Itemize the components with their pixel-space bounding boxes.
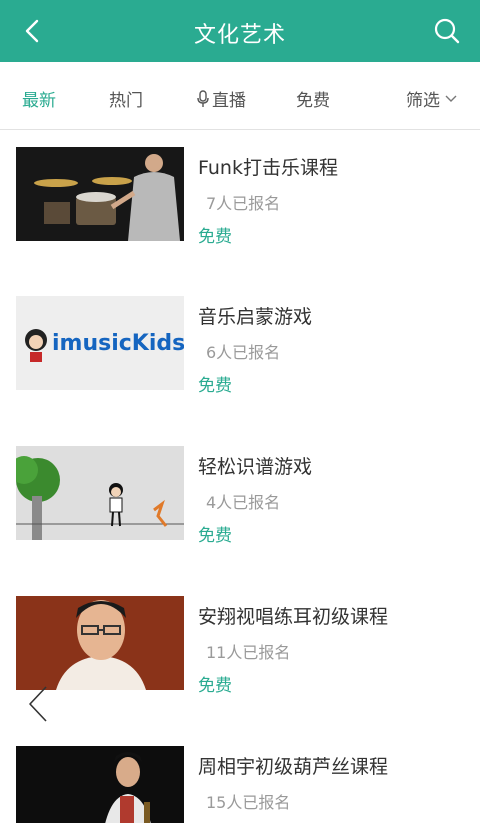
price-badge: 免费 xyxy=(198,227,232,247)
price-badge: 免费 xyxy=(198,376,232,396)
tab-free[interactable]: 免费 xyxy=(296,86,330,111)
course-title: 轻松识谱游戏 xyxy=(198,456,313,478)
microphone-icon xyxy=(197,89,209,107)
enrolled-count: 11人已报名 xyxy=(206,643,291,662)
course-thumbnail xyxy=(16,446,184,540)
course-title: 安翔视唱练耳初级课程 xyxy=(198,606,389,628)
course-thumbnail: imusicKids xyxy=(16,296,184,390)
thumb-label: imusicKids xyxy=(52,331,184,356)
enrolled-count: 6人已报名 xyxy=(206,343,281,362)
course-title: Funk打击乐课程 xyxy=(198,157,338,179)
list-item[interactable]: 安翔视唱练耳初级课程 11人已报名 免费 xyxy=(0,596,480,696)
enrolled-count: 15人已报名 xyxy=(206,793,291,812)
tab-label: 免费 xyxy=(296,91,330,111)
filter-tabs: 最新 热门 直播 免费 筛选 xyxy=(0,62,480,130)
course-title: 周相宇初级葫芦丝课程 xyxy=(198,756,389,778)
app-header: 文化艺术 xyxy=(0,0,480,62)
course-thumbnail xyxy=(16,596,184,690)
tab-label: 直播 xyxy=(212,91,246,111)
tab-hot[interactable]: 热门 xyxy=(109,86,143,111)
tab-label: 最新 xyxy=(22,91,56,111)
tab-label: 筛选 xyxy=(406,91,440,111)
chevron-left-icon[interactable] xyxy=(26,684,52,724)
price-badge: 免费 xyxy=(198,676,232,696)
list-item[interactable]: Funk打击乐课程 7人已报名 免费 xyxy=(0,147,480,247)
course-thumbnail xyxy=(16,147,184,241)
course-title: 音乐启蒙游戏 xyxy=(198,306,313,328)
price-badge: 免费 xyxy=(198,526,232,546)
list-item[interactable]: 轻松识谱游戏 4人已报名 免费 xyxy=(0,446,480,546)
tab-filter[interactable]: 筛选 xyxy=(406,86,458,111)
list-item[interactable]: 周相宇初级葫芦丝课程 15人已报名 免费 xyxy=(0,746,480,823)
tab-latest[interactable]: 最新 xyxy=(22,86,56,111)
enrolled-count: 7人已报名 xyxy=(206,194,281,213)
course-thumbnail xyxy=(16,746,184,823)
chevron-down-icon xyxy=(445,95,457,102)
list-item[interactable]: imusicKids 音乐启蒙游戏 6人已报名 免费 xyxy=(0,296,480,396)
tab-live[interactable]: 直播 xyxy=(196,86,246,111)
page-title: 文化艺术 xyxy=(193,23,286,48)
enrolled-count: 4人已报名 xyxy=(206,493,281,512)
tab-label: 热门 xyxy=(109,91,143,111)
search-icon[interactable] xyxy=(432,16,462,46)
